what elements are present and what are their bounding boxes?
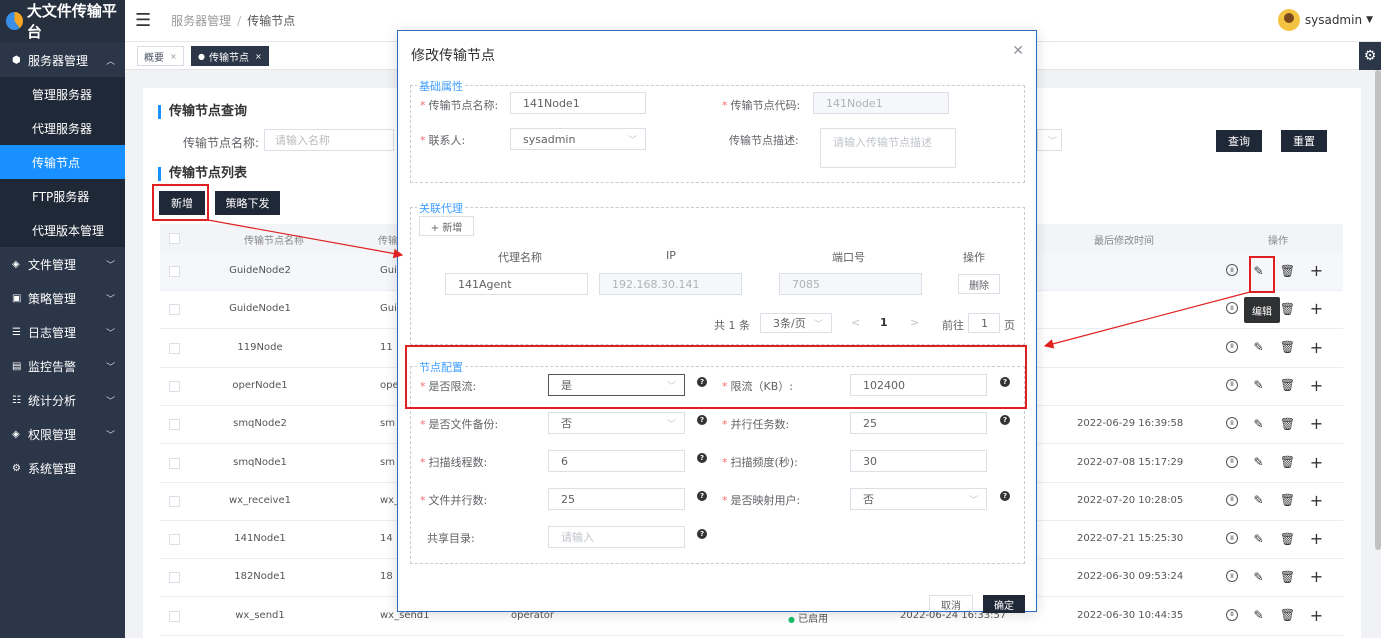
arrow-add-to-modal bbox=[207, 219, 404, 259]
arrow-edit-to-config bbox=[1043, 291, 1251, 349]
annotation-arrows bbox=[207, 219, 1251, 349]
